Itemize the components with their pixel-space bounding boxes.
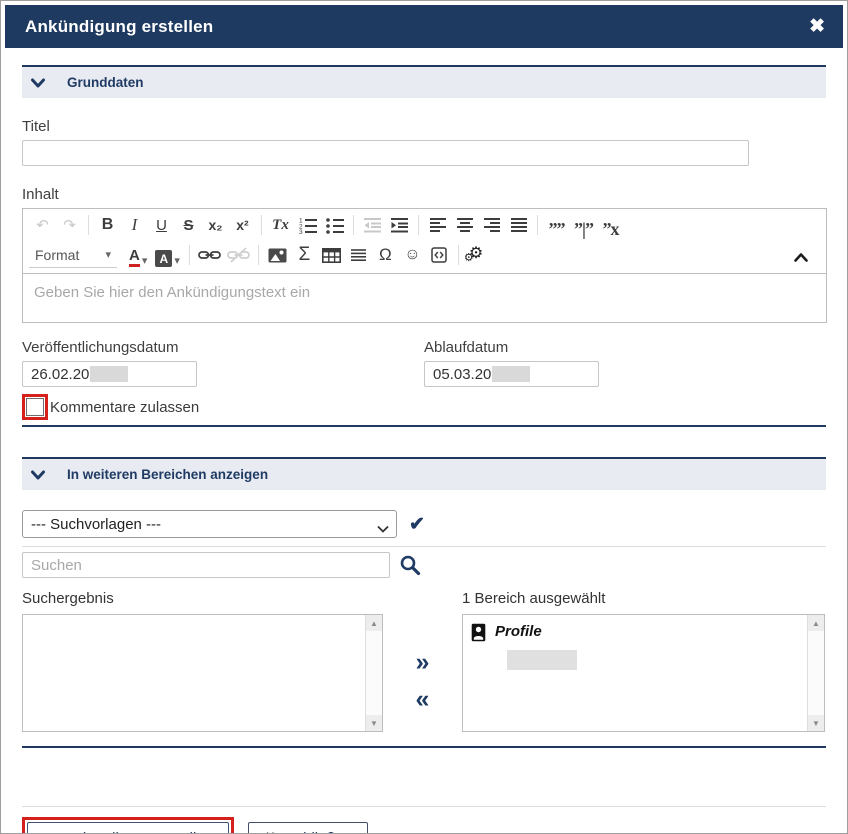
align-right-icon[interactable]: [478, 213, 505, 237]
dialog-title: Ankündigung erstellen: [25, 17, 213, 37]
scroll-down-icon[interactable]: ▼: [808, 715, 824, 731]
selected-areas-label: 1 Bereich ausgewählt: [462, 590, 825, 607]
annotation-highlight-box: ✔ Ankündigung erstellen: [22, 817, 234, 834]
search-results-label: Suchergebnis: [22, 590, 383, 607]
source-code-icon[interactable]: [426, 243, 453, 267]
redaction-box: [90, 366, 128, 382]
chevron-down-icon: [31, 78, 45, 88]
allow-comments-label: Kommentare zulassen: [50, 399, 199, 416]
redaction-box: [492, 366, 530, 382]
list-item[interactable]: Profile: [471, 621, 799, 647]
search-input[interactable]: [22, 552, 390, 578]
publish-date-label: Veröffentlichungsdatum: [22, 339, 424, 356]
outdent-icon[interactable]: [359, 213, 386, 237]
superscript-button[interactable]: x²: [229, 213, 256, 237]
move-right-button[interactable]: »: [416, 652, 430, 672]
section-divider: [22, 746, 826, 748]
divider: [22, 546, 826, 547]
unlink-icon[interactable]: [224, 243, 253, 267]
scroll-up-icon[interactable]: ▲: [366, 615, 382, 631]
editor-toolbar-row1: ↶ ↷ B I U S x₂ x² Tx 123: [23, 209, 826, 241]
emoji-button[interactable]: ☺: [399, 243, 426, 267]
remove-quote-button[interactable]: ”x: [597, 213, 624, 237]
redo-button[interactable]: ↷: [56, 213, 83, 237]
justify-icon[interactable]: [505, 213, 532, 237]
section-grunddaten-label: Grunddaten: [67, 75, 144, 90]
horizontal-rule-icon[interactable]: [345, 243, 372, 267]
check-icon: ✔: [43, 829, 56, 834]
toolbar-collapse-icon[interactable]: [787, 245, 814, 269]
text-color-button[interactable]: A ▾: [125, 243, 151, 267]
blockquote-button[interactable]: ””: [543, 213, 570, 237]
close-button-label: Schließen: [286, 830, 353, 834]
strikethrough-button[interactable]: S: [175, 213, 202, 237]
plugins-gear-icon[interactable]: ⚙ ⚙: [464, 243, 491, 267]
background-color-button[interactable]: A ▾: [151, 243, 184, 267]
indent-icon[interactable]: [386, 213, 413, 237]
close-icon[interactable]: ✖: [809, 17, 825, 36]
numbered-list-icon[interactable]: 123: [294, 213, 321, 237]
chevron-down-icon: [31, 470, 45, 480]
math-formula-button[interactable]: Σ: [291, 243, 318, 267]
scroll-down-icon[interactable]: ▼: [366, 715, 382, 731]
remove-format-button[interactable]: Tx: [267, 213, 294, 237]
align-left-icon[interactable]: [424, 213, 451, 237]
subscript-button[interactable]: x₂: [202, 213, 229, 237]
section-bereiche-label: In weiteren Bereichen anzeigen: [67, 467, 268, 482]
inhalt-label: Inhalt: [22, 186, 826, 203]
selected-areas-listbox[interactable]: Profile ▲ ▼: [462, 614, 825, 732]
expiry-date-label: Ablaufdatum: [424, 339, 826, 356]
svg-text:3: 3: [299, 229, 303, 234]
create-announcement-button[interactable]: ✔ Ankündigung erstellen: [27, 822, 229, 834]
editor-content-area[interactable]: Geben Sie hier den Ankündigungstext ein: [23, 273, 826, 322]
scrollbar[interactable]: ▲ ▼: [365, 615, 382, 731]
titel-label: Titel: [22, 118, 826, 135]
section-divider: [22, 425, 826, 427]
profile-icon: [471, 623, 486, 647]
search-templates-select[interactable]: --- Suchvorlagen ---: [22, 510, 397, 538]
undo-button[interactable]: ↶: [29, 213, 56, 237]
search-icon[interactable]: [399, 554, 421, 576]
apply-template-button[interactable]: ✔: [409, 513, 425, 536]
scroll-up-icon[interactable]: ▲: [808, 615, 824, 631]
allow-comments-checkbox[interactable]: [26, 398, 44, 416]
bullet-list-icon[interactable]: [321, 213, 348, 237]
image-icon[interactable]: [264, 243, 291, 267]
create-announcement-dialog: Ankündigung erstellen ✖ Grunddaten Titel…: [0, 0, 848, 834]
create-button-label: Ankündigung erstellen: [65, 830, 213, 834]
caret-down-icon: ▾: [174, 254, 180, 267]
scrollbar[interactable]: ▲ ▼: [807, 615, 824, 731]
titel-input[interactable]: [22, 140, 749, 166]
dialog-titlebar: Ankündigung erstellen ✖: [5, 5, 843, 48]
link-icon[interactable]: [195, 243, 224, 267]
bold-button[interactable]: B: [94, 213, 121, 237]
search-results-listbox[interactable]: ▲ ▼: [22, 614, 383, 732]
richtext-editor: ↶ ↷ B I U S x₂ x² Tx 123: [22, 208, 827, 323]
italic-button[interactable]: I: [121, 213, 148, 237]
special-char-button[interactable]: Ω: [372, 243, 399, 267]
move-left-button[interactable]: «: [416, 689, 430, 709]
section-grunddaten[interactable]: Grunddaten: [22, 65, 826, 98]
editor-toolbar-row2: Format ▾ A ▾ A ▾: [23, 241, 826, 273]
section-bereiche[interactable]: In weiteren Bereichen anzeigen: [22, 457, 826, 490]
format-dropdown[interactable]: Format ▾: [29, 242, 117, 268]
text-color-letter: A: [129, 248, 140, 268]
inline-quote-button[interactable]: ”|”: [570, 213, 597, 237]
format-dropdown-label: Format: [35, 247, 79, 263]
align-center-icon[interactable]: [451, 213, 478, 237]
background-color-letter: A: [155, 250, 172, 267]
redaction-box: [507, 650, 577, 670]
caret-down-icon: ▾: [142, 254, 148, 267]
annotation-highlight-box: [22, 394, 48, 420]
divider: [22, 806, 826, 807]
x-icon: ✖: [264, 829, 277, 834]
selected-item-label: Profile: [495, 623, 542, 640]
caret-down-icon: ▾: [105, 248, 111, 261]
close-button[interactable]: ✖ Schließen: [248, 822, 368, 834]
editor-placeholder: Geben Sie hier den Ankündigungstext ein: [34, 284, 310, 301]
underline-button[interactable]: U: [148, 213, 175, 237]
table-icon[interactable]: [318, 243, 345, 267]
